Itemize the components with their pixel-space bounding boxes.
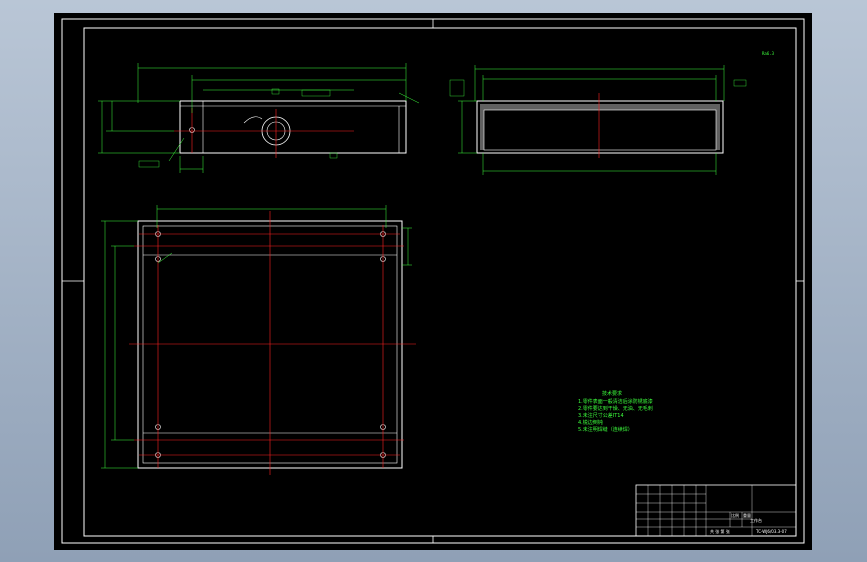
roughness-mark: Ra6.3 <box>762 51 775 56</box>
sheet-info: 共 张 第 张 <box>710 528 730 534</box>
notes-title: 技术要求 <box>602 390 622 397</box>
technical-notes: 技术要求 1.零件表面一般清洁后涂防锈底漆 2.零件要达到干燥、无油、无毛刺 3… <box>578 390 653 433</box>
note-4: 4.锐边倒钝 <box>578 419 603 426</box>
side-section-view <box>449 65 747 175</box>
scale-header: 比例 <box>731 512 739 518</box>
cad-viewport[interactable]: Ra6.3 技术要求 1.零件表面一般清洁后涂防锈底漆 2.零件要达到干燥、无油… <box>54 13 812 550</box>
title-block: 工作台 TC-WJ6/03.3-07 比例 重量 共 张 第 张 <box>635 484 797 537</box>
note-1: 1.零件表面一般清洁后涂防锈底漆 <box>578 398 653 405</box>
drawing-number: TC-WJ6/03.3-07 <box>755 529 787 534</box>
note-2: 2.零件要达到干燥、无油、无毛刺 <box>578 405 653 412</box>
note-5: 5.未注明焊缝（连续焊） <box>578 426 633 433</box>
outer-border <box>61 18 805 544</box>
drawing-canvas: Ra6.3 技术要求 1.零件表面一般清洁后涂防锈底漆 2.零件要达到干燥、无油… <box>61 18 805 544</box>
plan-view <box>101 205 416 475</box>
note-3: 3.未注尺寸公差IT14 <box>578 412 624 419</box>
weight-header: 重量 <box>743 512 751 518</box>
part-name: 工作台 <box>750 517 762 523</box>
front-view <box>98 63 420 173</box>
